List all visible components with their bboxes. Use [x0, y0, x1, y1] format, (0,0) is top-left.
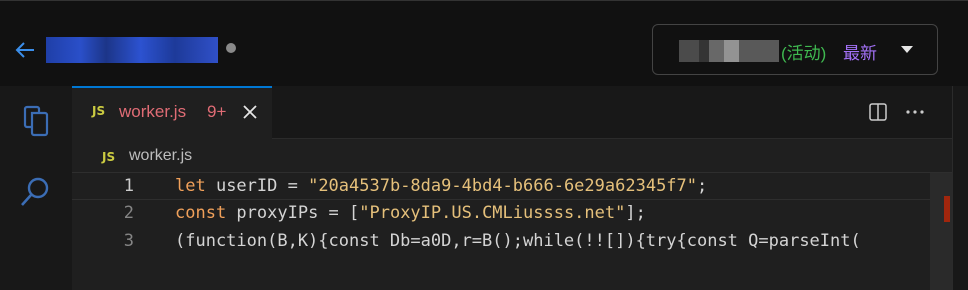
explorer-files-icon[interactable] — [18, 102, 54, 138]
keyword-token: const — [175, 203, 227, 223]
tab-worker-js[interactable]: JS worker.js 9+ — [72, 86, 272, 139]
back-arrow-icon[interactable] — [12, 37, 38, 63]
status-dot — [226, 43, 236, 53]
latest-status-label: 最新 — [843, 44, 877, 63]
activity-bar — [0, 86, 72, 290]
top-bar: (活动) 最新 — [0, 0, 968, 86]
tab-filename: worker.js — [119, 102, 187, 121]
plain-token: userID = — [205, 176, 309, 196]
error-marker — [944, 196, 950, 222]
search-icon[interactable] — [18, 174, 54, 210]
redacted-project-name — [46, 37, 218, 63]
code-line[interactable]: 2 const proxyIPs = ["ProxyIP.US.CMLiusss… — [72, 200, 952, 228]
split-editor-icon[interactable] — [868, 102, 888, 122]
string-token: "ProxyIP.US.CMLiussss.net" — [359, 203, 626, 223]
more-actions-icon[interactable] — [904, 102, 926, 122]
breadcrumb-filename[interactable]: worker.js — [129, 147, 192, 165]
plain-token: ; — [697, 176, 708, 196]
code-line[interactable]: 3 (function(B,K){const Db=a0D,r=B();whil… — [72, 228, 952, 256]
redacted-version-id — [679, 40, 779, 62]
tab-bar: JS worker.js 9+ — [72, 86, 952, 139]
code-text: const proxyIPs = ["ProxyIP.US.CMLiussss.… — [175, 203, 646, 223]
plain-token: proxyIPs = [ — [226, 203, 360, 223]
code-text: let userID = "20a4537b-8da9-4bd4-b666-6e… — [175, 176, 707, 196]
version-dropdown[interactable]: (活动) 最新 — [652, 24, 938, 75]
plain-token: ]; — [625, 203, 646, 223]
line-number: 2 — [123, 203, 134, 223]
line-number: 3 — [123, 231, 134, 251]
code-line[interactable]: 1 let userID = "20a4537b-8da9-4bd4-b666-… — [72, 172, 952, 200]
vertical-scrollbar[interactable] — [930, 173, 952, 290]
problems-count-badge: 9+ — [207, 102, 227, 121]
js-file-icon: JS — [102, 150, 116, 164]
keyword-token: let — [175, 176, 206, 196]
close-icon[interactable] — [240, 102, 260, 122]
js-file-icon: JS — [92, 104, 106, 118]
code-text: (function(B,K){const Db=a0D,r=B();while(… — [175, 231, 861, 251]
active-status-label: (活动) — [781, 44, 827, 63]
line-number: 1 — [123, 176, 134, 196]
right-panel-edge — [952, 86, 968, 290]
code-editor[interactable]: 1 let userID = "20a4537b-8da9-4bd4-b666-… — [72, 172, 952, 290]
editor-area: JS worker.js 9+ JS worker.js 1 let userI… — [72, 86, 952, 290]
plain-token: (function(B,K){const Db=a0D,r=B();while(… — [175, 231, 861, 251]
chevron-down-icon — [901, 46, 913, 53]
string-token: "20a4537b-8da9-4bd4-b666-6e29a62345f7" — [308, 176, 698, 196]
